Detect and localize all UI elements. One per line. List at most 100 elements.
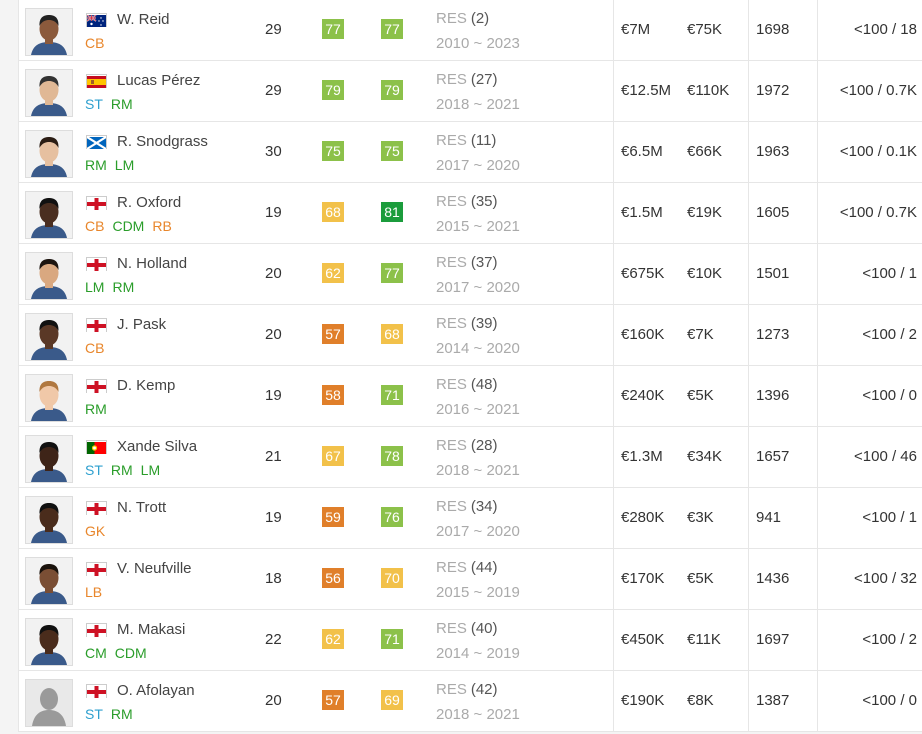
player-positions: ST RM <box>85 706 141 722</box>
player-positions: ST RM <box>85 96 141 112</box>
position-tag[interactable]: RM <box>112 279 134 295</box>
player-name-link[interactable]: V. Neufville <box>117 560 192 577</box>
player-age: 18 <box>265 570 282 587</box>
player-value: €675K <box>621 265 665 282</box>
team-code: RES <box>436 254 467 271</box>
player-avatar[interactable] <box>25 313 73 361</box>
player-name-link[interactable]: R. Oxford <box>117 194 181 211</box>
position-tag[interactable]: RM <box>111 96 133 112</box>
player-avatar[interactable] <box>25 374 73 422</box>
player-name-link[interactable]: Xande Silva <box>117 438 197 455</box>
position-tag[interactable]: RM <box>85 157 107 173</box>
player-positions: RM LM <box>85 157 142 173</box>
player-name-link[interactable]: O. Afolayan <box>117 682 195 699</box>
player-avatar[interactable] <box>25 69 73 117</box>
player-row[interactable]: N. Trott GK 19 59 76 RES (34) 2017 ~ 2020… <box>19 488 922 549</box>
contract-years: 2010 ~ 2023 <box>436 35 520 52</box>
player-age: 29 <box>265 21 282 38</box>
contract-years: 2014 ~ 2019 <box>436 645 520 662</box>
position-tag[interactable]: ST <box>85 706 103 722</box>
player-avatar[interactable] <box>25 435 73 483</box>
player-avatar[interactable] <box>25 130 73 178</box>
position-tag[interactable]: CB <box>85 218 104 234</box>
england-flag-icon[interactable] <box>86 196 107 210</box>
england-flag-icon[interactable] <box>86 623 107 637</box>
player-row[interactable]: Xande Silva ST RM LM 21 67 78 RES (28) 2018… <box>19 427 922 488</box>
position-tag[interactable]: RM <box>85 401 107 417</box>
position-tag[interactable]: LM <box>115 157 134 173</box>
contract-years: 2015 ~ 2019 <box>436 584 520 601</box>
position-tag[interactable]: CB <box>85 35 104 51</box>
player-row[interactable]: R. Snodgrass RM LM 30 75 75 RES (11) 2017 … <box>19 122 922 183</box>
position-tag[interactable]: LM <box>141 462 160 478</box>
position-tag[interactable]: LB <box>85 584 102 600</box>
team-info[interactable]: RES (2) <box>436 10 489 27</box>
overall-rating-badge: 77 <box>322 19 344 39</box>
team-info[interactable]: RES (35) <box>436 193 498 210</box>
player-name-link[interactable]: N. Holland <box>117 255 187 272</box>
position-tag[interactable]: RM <box>111 462 133 478</box>
england-flag-icon[interactable] <box>86 684 107 698</box>
spain-flag-icon[interactable] <box>86 74 107 88</box>
player-name-link[interactable]: N. Trott <box>117 499 166 516</box>
portugal-flag-icon[interactable] <box>86 440 107 454</box>
player-avatar[interactable] <box>25 252 73 300</box>
player-avatar[interactable] <box>25 8 73 56</box>
player-row[interactable]: O. Afolayan ST RM 20 57 69 RES (42) 2018 ~… <box>19 671 922 732</box>
team-info[interactable]: RES (39) <box>436 315 498 332</box>
player-row[interactable]: W. Reid CB 29 77 77 RES (2) 2010 ~ 2023 €… <box>19 0 922 61</box>
player-name-link[interactable]: J. Pask <box>117 316 166 333</box>
position-tag[interactable]: ST <box>85 462 103 478</box>
position-tag[interactable]: LM <box>85 279 104 295</box>
player-row[interactable]: Lucas Pérez ST RM 29 79 79 RES (27) 2018 ~… <box>19 61 922 122</box>
team-info[interactable]: RES (42) <box>436 681 498 698</box>
position-tag[interactable]: CDM <box>112 218 144 234</box>
total-stats: 1963 <box>756 143 790 160</box>
position-tag[interactable]: RM <box>111 706 133 722</box>
team-info[interactable]: RES (34) <box>436 498 498 515</box>
position-tag[interactable]: CDM <box>115 645 147 661</box>
player-row[interactable]: D. Kemp RM 19 58 71 RES (48) 2016 ~ 2021 … <box>19 366 922 427</box>
player-avatar[interactable] <box>25 191 73 239</box>
position-tag[interactable]: CB <box>85 340 104 356</box>
jersey-number: (40) <box>470 620 498 637</box>
player-name-link[interactable]: Lucas Pérez <box>117 72 200 89</box>
england-flag-icon[interactable] <box>86 562 107 576</box>
position-tag[interactable]: RB <box>152 218 171 234</box>
england-flag-icon[interactable] <box>86 379 107 393</box>
team-info[interactable]: RES (28) <box>436 437 498 454</box>
england-flag-icon[interactable] <box>86 318 107 332</box>
player-name-link[interactable]: D. Kemp <box>117 377 175 394</box>
team-info[interactable]: RES (48) <box>436 376 498 393</box>
england-flag-icon[interactable] <box>86 501 107 515</box>
player-age: 21 <box>265 448 282 465</box>
team-info[interactable]: RES (11) <box>436 132 496 149</box>
scotland-flag-icon[interactable] <box>86 135 107 150</box>
position-tag[interactable]: CM <box>85 645 107 661</box>
player-row[interactable]: J. Pask CB 20 57 68 RES (39) 2014 ~ 2020 … <box>19 305 922 366</box>
player-row[interactable]: N. Holland LM RM 20 62 77 RES (37) 2017 ~ … <box>19 244 922 305</box>
australia-flag-icon[interactable] <box>86 13 107 27</box>
position-tag[interactable]: GK <box>85 523 105 539</box>
player-avatar[interactable] <box>25 557 73 605</box>
player-name-link[interactable]: M. Makasi <box>117 621 185 638</box>
player-avatar[interactable] <box>25 496 73 544</box>
player-wage: €7K <box>687 326 714 343</box>
team-info[interactable]: RES (37) <box>436 254 498 271</box>
team-info[interactable]: RES (44) <box>436 559 498 576</box>
team-info[interactable]: RES (27) <box>436 71 498 88</box>
player-name-link[interactable]: W. Reid <box>117 11 170 28</box>
potential-rating-badge: 77 <box>381 19 403 39</box>
team-info[interactable]: RES (40) <box>436 620 498 637</box>
player-value: €450K <box>621 631 665 648</box>
player-row[interactable]: R. Oxford CB CDM RB 19 68 81 RES (35) 2015 … <box>19 183 922 244</box>
player-row[interactable]: M. Makasi CM CDM 22 62 71 RES (40) 2014 ~ … <box>19 610 922 671</box>
position-tag[interactable]: ST <box>85 96 103 112</box>
player-row[interactable]: V. Neufville LB 18 56 70 RES (44) 2015 ~ … <box>19 549 922 610</box>
england-flag-icon[interactable] <box>86 257 107 271</box>
player-wage: €110K <box>687 82 730 99</box>
total-stats: 1387 <box>756 692 790 709</box>
player-name-link[interactable]: R. Snodgrass <box>117 133 208 150</box>
player-avatar[interactable] <box>25 679 73 727</box>
player-avatar[interactable] <box>25 618 73 666</box>
